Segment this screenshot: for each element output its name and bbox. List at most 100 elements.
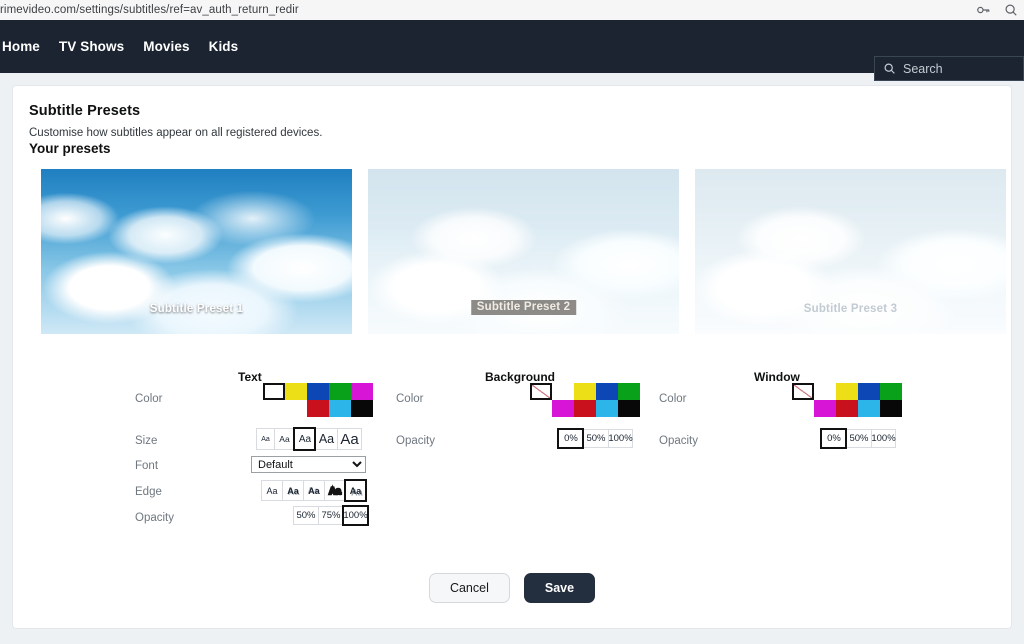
page-subtitle: Customise how subtitles appear on all re… — [29, 127, 323, 139]
window-opacity-label: Opacity — [659, 435, 698, 447]
nav-link-movies[interactable]: Movies — [143, 39, 189, 54]
text-color-label: Color — [135, 393, 163, 405]
background-opacity-label: Opacity — [396, 435, 435, 447]
search-icon[interactable] — [1004, 3, 1018, 17]
window-color-label: Color — [659, 393, 687, 405]
text-opacity-option-50[interactable]: 50% — [293, 506, 318, 525]
window-color-swatch-none[interactable] — [792, 383, 814, 400]
text-size-option-3[interactable]: Aa — [293, 427, 316, 451]
background-color-swatch-white[interactable] — [552, 383, 574, 400]
nav-link-tv-shows[interactable]: TV Shows — [59, 39, 124, 54]
window-color-swatch-cyan[interactable] — [858, 400, 880, 417]
text-size-option-1[interactable]: Aa — [256, 428, 274, 450]
window-opacity-option-50[interactable]: 50% — [846, 429, 871, 448]
text-color-swatch-black[interactable] — [351, 400, 373, 417]
background-color-row-2 — [530, 400, 640, 417]
nav-link-home[interactable]: Home — [2, 39, 40, 54]
text-size-option-2[interactable]: Aa — [274, 428, 294, 450]
window-color-swatch-red[interactable] — [836, 400, 858, 417]
text-color-swatch-green[interactable] — [329, 383, 351, 400]
search-input[interactable]: Search — [874, 56, 1024, 81]
search-placeholder: Search — [903, 61, 943, 76]
browser-url-bar: rimevideo.com/settings/subtitles/ref=av_… — [0, 0, 1024, 20]
text-color-swatch-magenta[interactable] — [351, 383, 373, 400]
window-color-swatch-white[interactable] — [814, 383, 836, 400]
key-icon[interactable] — [976, 3, 990, 17]
url-text[interactable]: rimevideo.com/settings/subtitles/ref=av_… — [0, 4, 299, 16]
cancel-button[interactable]: Cancel — [428, 573, 510, 603]
site-navigation-bar: Home TV Shows Movies Kids Search — [0, 20, 1024, 81]
search-icon — [883, 62, 897, 76]
background-opacity-options: 0% 50% 100% — [557, 428, 633, 449]
window-color-swatch-blue[interactable] — [858, 383, 880, 400]
swatch-spacer — [285, 400, 307, 417]
background-section-heading: Background — [485, 370, 556, 384]
window-color-swatch-green[interactable] — [880, 383, 902, 400]
preset-caption-3: Subtitle Preset 3 — [803, 303, 898, 315]
background-opacity-option-50[interactable]: 50% — [583, 429, 608, 448]
preset-caption-2: Subtitle Preset 2 — [470, 300, 577, 315]
page-title: Subtitle Presets — [29, 103, 141, 119]
font-select[interactable]: Default — [251, 456, 366, 473]
window-color-row-2 — [792, 400, 902, 417]
background-color-swatch-yellow[interactable] — [574, 383, 596, 400]
text-opacity-option-100[interactable]: 100% — [342, 505, 369, 526]
text-edge-options: Aa Aa Aa Aa Aa — [261, 479, 367, 502]
window-color-swatch-yellow[interactable] — [836, 383, 858, 400]
window-color-swatch-black[interactable] — [880, 400, 902, 417]
browser-actions — [976, 0, 1018, 20]
settings-card: Subtitle Presets Customise how subtitles… — [12, 85, 1012, 629]
background-opacity-option-0[interactable]: 0% — [557, 428, 584, 449]
text-color-swatches — [263, 383, 373, 417]
background-color-row-1 — [530, 383, 640, 400]
save-button[interactable]: Save — [523, 573, 596, 603]
text-color-swatch-cyan[interactable] — [329, 400, 351, 417]
text-edge-option-none[interactable]: Aa — [261, 480, 282, 501]
swatch-spacer — [792, 400, 814, 417]
background-color-swatch-magenta[interactable] — [552, 400, 574, 417]
window-color-row-1 — [792, 383, 902, 400]
footer-buttons: Cancel Save — [13, 573, 1011, 603]
nav-link-kids[interactable]: Kids — [209, 39, 239, 54]
background-color-swatch-blue[interactable] — [596, 383, 618, 400]
window-opacity-option-100[interactable]: 100% — [871, 429, 896, 448]
background-color-swatch-none[interactable] — [530, 383, 552, 400]
text-size-label: Size — [135, 435, 158, 447]
text-edge-option-shadow[interactable]: Aa — [344, 479, 367, 502]
text-edge-option-raised[interactable]: Aa — [282, 480, 303, 501]
window-opacity-options: 0% 50% 100% — [820, 428, 896, 449]
preset-card-2[interactable]: Subtitle Preset 2 — [368, 169, 679, 334]
text-size-option-4[interactable]: Aa — [315, 428, 337, 450]
background-opacity-option-100[interactable]: 100% — [608, 429, 633, 448]
window-color-swatch-magenta[interactable] — [814, 400, 836, 417]
text-color-swatch-red[interactable] — [307, 400, 329, 417]
preset-card-1[interactable]: Subtitle Preset 1 — [41, 169, 352, 334]
text-font-label: Font — [135, 460, 159, 472]
background-color-swatch-green[interactable] — [618, 383, 640, 400]
text-opacity-option-75[interactable]: 75% — [318, 506, 343, 525]
presets-heading: Your presets — [29, 141, 111, 156]
text-color-swatch-blue[interactable] — [307, 383, 329, 400]
text-color-row-1 — [263, 383, 373, 400]
background-color-swatch-black[interactable] — [618, 400, 640, 417]
text-section-heading: Text — [238, 370, 262, 384]
preset-card-3[interactable]: Subtitle Preset 3 — [695, 169, 1006, 334]
nav-links: Home TV Shows Movies Kids — [0, 39, 238, 54]
background-color-swatch-red[interactable] — [574, 400, 596, 417]
text-edge-option-uniform[interactable]: Aa — [324, 480, 345, 501]
preset-caption-1: Subtitle Preset 1 — [149, 303, 244, 315]
text-color-swatch-yellow[interactable] — [285, 383, 307, 400]
text-edge-label: Edge — [135, 486, 162, 498]
text-opacity-options: 50% 75% 100% — [293, 505, 369, 526]
background-color-label: Color — [396, 393, 424, 405]
window-opacity-option-0[interactable]: 0% — [820, 428, 847, 449]
text-edge-option-depressed[interactable]: Aa — [303, 480, 324, 501]
text-size-option-5[interactable]: Aa — [337, 428, 362, 450]
swatch-spacer — [263, 400, 285, 417]
text-size-options: Aa Aa Aa Aa Aa — [256, 427, 362, 451]
window-color-swatches — [792, 383, 902, 417]
text-color-swatch-white[interactable] — [263, 383, 285, 400]
background-color-swatch-cyan[interactable] — [596, 400, 618, 417]
text-opacity-label: Opacity — [135, 512, 174, 524]
background-color-swatches — [530, 383, 640, 417]
